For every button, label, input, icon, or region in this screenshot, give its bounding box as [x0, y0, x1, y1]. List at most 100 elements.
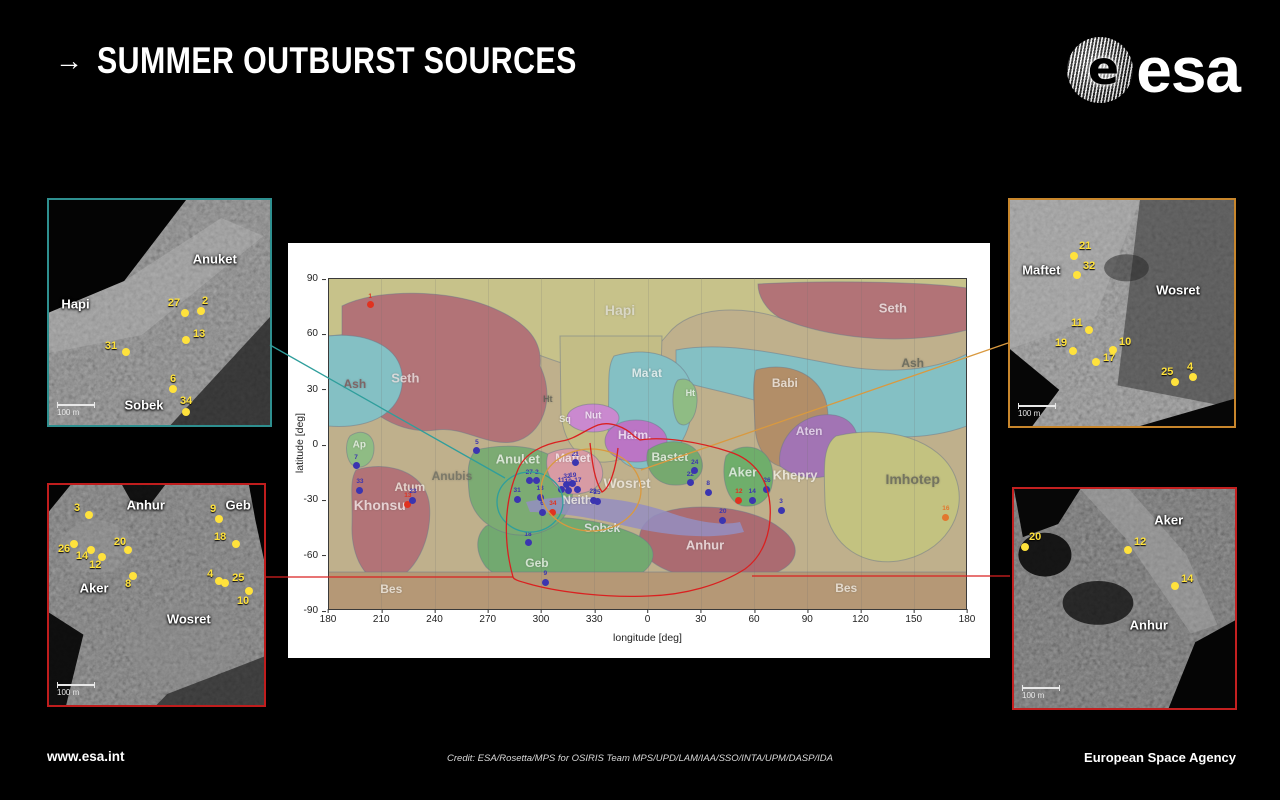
scale-bar-line [1018, 403, 1056, 409]
x-tick-label: 60 [748, 609, 760, 625]
yellow-dot-icon [69, 539, 78, 548]
blue-dot-icon [524, 539, 532, 547]
blue-dot-icon [541, 578, 549, 586]
x-tick-label: 240 [426, 609, 443, 625]
blue-dot-icon [473, 447, 481, 455]
outburst-source-number: 34 [549, 500, 557, 508]
inset-source-number: 10 [1119, 336, 1132, 349]
blue-dot-icon [748, 496, 756, 504]
yellow-dot-icon [1171, 582, 1180, 591]
outburst-source-number: 5 [475, 438, 479, 446]
y-tick-label: -90 [288, 605, 326, 616]
outburst-source-number: 10 [564, 478, 572, 486]
inset-source-number: 13 [193, 327, 206, 340]
inset-source-number: 4 [1187, 360, 1194, 373]
x-tick-label: 180 [319, 609, 337, 625]
outburst-source-number: 2 [535, 468, 539, 476]
blue-dot-icon [686, 479, 694, 487]
page-title: SUMMER OUTBURST SOURCES [97, 40, 577, 81]
inset-image-anhur-aker: Anhur Geb Aker Wosret 3 9 18 26 14 12 20 8 4 25 10 10… [47, 483, 266, 707]
y-axis-label: latitude [deg] [294, 412, 306, 474]
x-tick-label: 330 [585, 609, 603, 625]
outburst-source-number: 25 [593, 489, 601, 497]
blue-dot-icon [525, 477, 533, 485]
scale-bar-line [57, 682, 95, 688]
slide-header: → SUMMER OUTBURST SOURCES [55, 40, 682, 82]
scale-bar: 100 m [1022, 685, 1060, 700]
blue-dot-icon [409, 496, 417, 504]
slide: → SUMMER OUTBURST SOURCES e esa Anuket Ha… [0, 0, 1280, 800]
agency-name: European Space Agency [1084, 750, 1236, 765]
orange-dot-icon [942, 513, 950, 521]
inset-source-number: 10 [236, 595, 250, 608]
scale-bar: 100 m [57, 682, 95, 697]
inset-source-number: 25 [1161, 365, 1174, 378]
yellow-dot-icon [1124, 546, 1133, 555]
inset-source-number: 32 [1082, 260, 1096, 273]
outburst-source-number: 22 [686, 470, 694, 478]
yellow-dot-icon [1085, 325, 1094, 334]
yellow-dot-icon [84, 510, 93, 519]
inset-source-points: 21 32 11 19 10 17 25 4 [1010, 200, 1234, 426]
yellow-dot-icon [1021, 543, 1030, 552]
yellow-dot-icon [232, 539, 241, 548]
yellow-dot-icon [182, 335, 191, 344]
x-tick-label: 90 [801, 609, 813, 625]
scale-bar: 100 m [1018, 403, 1056, 418]
blue-dot-icon [533, 477, 541, 485]
blue-dot-icon [356, 486, 364, 494]
inset-image-anuket-sobek: Anuket Hapi Sobek 27 2 13 31 6 34 100 m [47, 198, 272, 427]
outburst-source-number: 21 [571, 450, 579, 458]
yellow-dot-icon [1092, 358, 1101, 367]
red-dot-icon [735, 496, 743, 504]
inset-source-number: 21 [1079, 240, 1092, 253]
yellow-dot-icon [221, 578, 230, 587]
yellow-dot-icon [121, 348, 130, 357]
scale-bar: 100 m [57, 402, 95, 417]
inset-image-aker-anhur: Aker Anhur 20 12 14 100 m [1012, 487, 1237, 710]
inset-source-number: 20 [1029, 531, 1042, 544]
x-tick-label: 120 [852, 609, 869, 625]
x-tick-label: 180 [958, 609, 976, 625]
blue-dot-icon [777, 506, 785, 514]
outburst-source-number: 27 [525, 468, 533, 476]
blue-dot-icon [574, 485, 582, 493]
yellow-dot-icon [182, 407, 191, 416]
outburst-source-number: 16 [942, 505, 950, 513]
outburst-source-number: 20 [719, 508, 727, 516]
yellow-dot-icon [168, 385, 177, 393]
arrow-icon: → [55, 45, 83, 76]
outburst-source-number: 18 [524, 530, 532, 538]
inset-source-number: 9 [210, 503, 217, 516]
outburst-source-number: 6 [540, 500, 544, 508]
x-tick-label: 270 [479, 609, 497, 625]
y-tick-label: -60 [288, 550, 326, 561]
esa-logo-wordmark: esa [1136, 34, 1241, 106]
inset-source-number: 26 [57, 542, 71, 555]
red-dot-icon [366, 301, 374, 309]
inset-source-number: 19 [1054, 336, 1068, 349]
x-axis-label: longitude [deg] [613, 632, 682, 644]
blue-dot-icon [513, 495, 521, 503]
outburst-source-number: 13 [536, 485, 544, 493]
inset-source-number: 11 [1071, 316, 1083, 329]
x-tick-label: 210 [372, 609, 390, 625]
scale-bar-label: 100 m [1022, 691, 1045, 700]
yellow-dot-icon [1070, 252, 1079, 261]
inset-source-number: 14 [75, 549, 89, 562]
blue-dot-icon [352, 462, 360, 470]
blue-dot-icon [719, 516, 727, 524]
scale-bar-line [57, 402, 95, 408]
inset-source-number: 34 [180, 394, 193, 407]
inset-source-points: 3 9 18 26 14 12 20 8 4 25 10 [49, 485, 264, 705]
yellow-dot-icon [197, 306, 206, 315]
x-axis-ticks: 180 210 240 270 300 330 0 30 60 90 120 150 180 [320, 609, 975, 628]
scale-bar-label: 100 m [57, 688, 80, 697]
inset-source-number: 25 [232, 571, 245, 584]
yellow-dot-icon [1171, 377, 1180, 386]
blue-dot-icon [593, 497, 601, 505]
yellow-dot-icon [1068, 346, 1077, 355]
scale-bar-line [1022, 685, 1060, 691]
inset-source-number: 31 [104, 340, 118, 353]
region-map-panel: Hapi Seth Seth Ash Ash Ma'at Babi Aten Nut Ht Sq Ht… [288, 243, 990, 658]
